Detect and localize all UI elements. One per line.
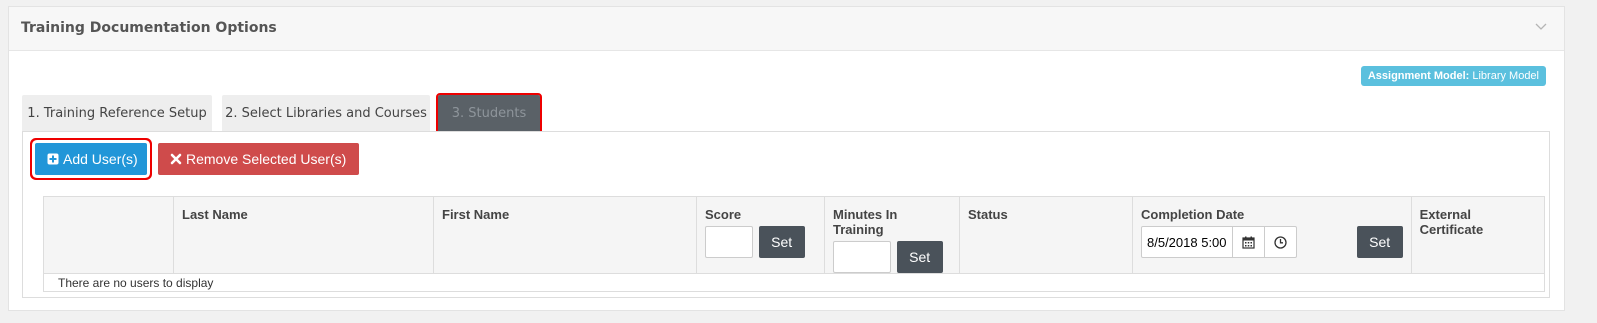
assignment-model-badge: Assignment Model: Library Model: [1360, 66, 1546, 86]
completion-date-filter: Set: [1141, 226, 1403, 258]
badge-label: Assignment Model:: [1367, 70, 1470, 82]
remove-users-label: Remove Selected User(s): [186, 151, 347, 167]
add-users-label: Add User(s): [63, 151, 138, 167]
column-select: [43, 196, 174, 274]
column-minutes-in-training[interactable]: Minutes In Training Set: [824, 196, 960, 274]
table-row: There are no users to display: [43, 273, 1545, 292]
minutes-header-label: Minutes In Training: [833, 207, 898, 237]
tab-students[interactable]: 3. Students: [436, 93, 542, 135]
calendar-button[interactable]: [1232, 227, 1264, 257]
badge-value: Library Model: [1472, 70, 1539, 82]
add-users-button[interactable]: Add User(s): [35, 143, 147, 175]
completion-date-set-button[interactable]: Set: [1356, 226, 1403, 258]
column-score[interactable]: Score Set: [696, 196, 825, 274]
score-set-button[interactable]: Set: [758, 226, 805, 258]
panel-header[interactable]: Training Documentation Options: [9, 7, 1564, 51]
score-filter: Set: [705, 226, 816, 258]
column-external-certificate[interactable]: External Certificate: [1410, 196, 1546, 274]
minutes-filter: Set: [833, 241, 951, 273]
tab-training-reference-setup[interactable]: 1. Training Reference Setup: [22, 95, 212, 133]
plus-square-icon: [47, 153, 59, 165]
score-header-label: Score: [705, 207, 742, 222]
minutes-set-button[interactable]: Set: [896, 241, 943, 273]
students-tab-content: Add User(s) Remove Selected User(s) Last…: [22, 131, 1550, 298]
column-status[interactable]: Status: [959, 196, 1133, 274]
column-last-name[interactable]: Last Name: [173, 196, 434, 274]
calendar-icon: [1242, 236, 1255, 249]
completion-date-header-label: Completion Date: [1141, 207, 1245, 222]
completion-date-input[interactable]: [1142, 227, 1232, 257]
training-documentation-panel: Training Documentation Options Assignmen…: [8, 6, 1565, 311]
remove-selected-users-button[interactable]: Remove Selected User(s): [158, 143, 359, 175]
tab-select-libraries-courses[interactable]: 2. Select Libraries and Courses: [222, 95, 430, 133]
score-filter-input[interactable]: [705, 226, 753, 258]
column-completion-date[interactable]: Completion Date 8/5/2018 5:00 Set: [1132, 196, 1412, 274]
date-picker: [1141, 226, 1297, 258]
minutes-filter-input[interactable]: [833, 241, 891, 273]
column-first-name[interactable]: First Name: [433, 196, 697, 274]
chevron-down-icon[interactable]: [1534, 19, 1548, 33]
panel-title: Training Documentation Options: [21, 20, 277, 36]
clock-button[interactable]: [1264, 227, 1296, 257]
students-table: Last Name First Name Score Set Minutes I…: [43, 196, 1546, 292]
table-header-row: Last Name First Name Score Set Minutes I…: [43, 196, 1546, 274]
empty-table-message: There are no users to display: [43, 273, 1545, 292]
close-icon: [170, 153, 182, 165]
clock-icon: [1274, 235, 1287, 249]
